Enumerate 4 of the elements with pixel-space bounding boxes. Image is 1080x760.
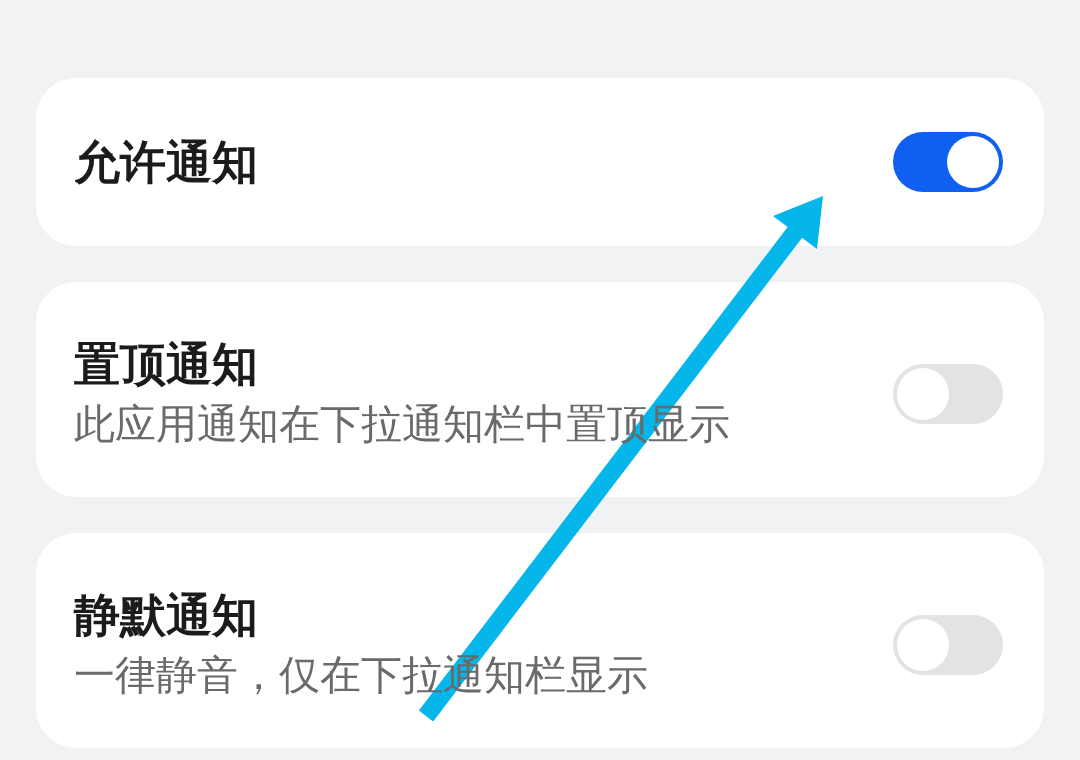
toggle-switch[interactable]: [893, 132, 1003, 192]
setting-title: 置顶通知: [74, 335, 259, 393]
setting-title: 静默通知: [74, 586, 259, 644]
setting-title: 允许通知: [74, 134, 258, 191]
